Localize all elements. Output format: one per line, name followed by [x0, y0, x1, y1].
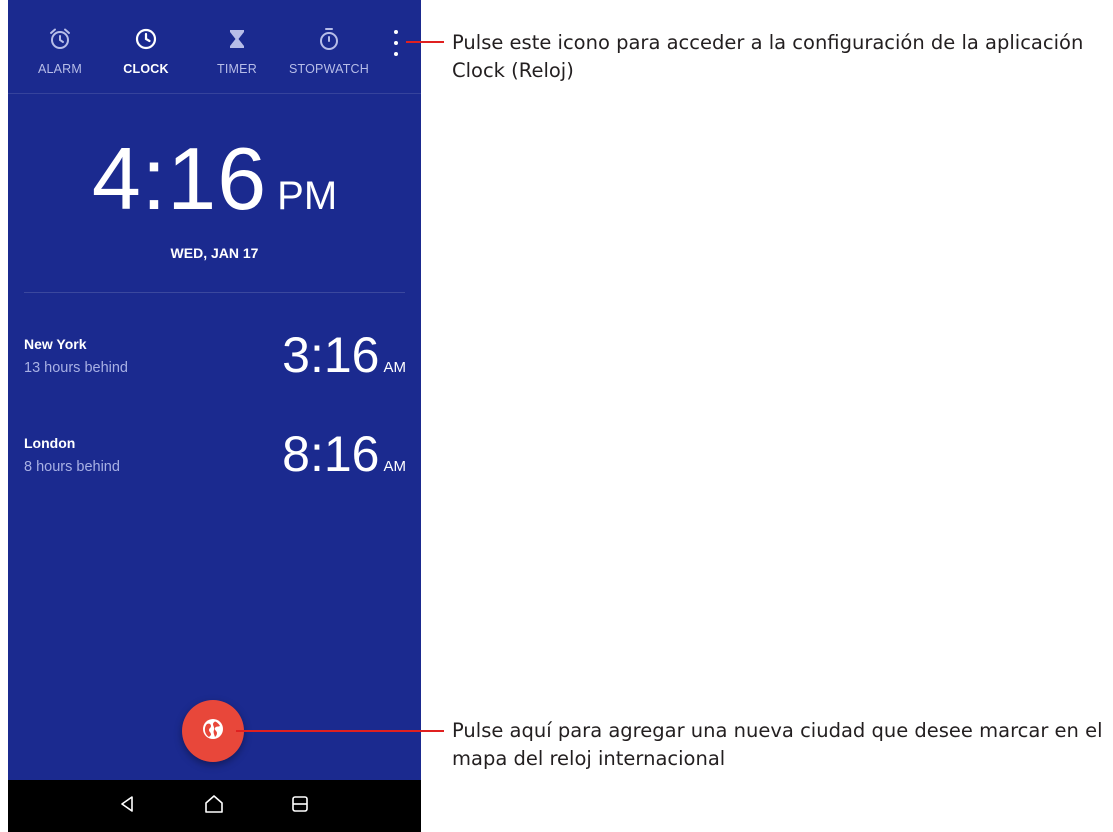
- tab-alarm[interactable]: ALARM: [30, 0, 90, 93]
- tab-clock[interactable]: CLOCK: [116, 0, 176, 93]
- add-city-callout-text: Pulse aquí para agregar una nueva ciudad…: [452, 717, 1103, 773]
- city-time-difference: 8 hours behind: [24, 459, 120, 475]
- city-time-ampm: AM: [383, 458, 407, 475]
- main-clock: 4:16 PM: [8, 128, 421, 230]
- callout-line-1: Pulse aquí para agregar una nueva ciudad…: [452, 719, 1103, 742]
- city-item-london[interactable]: London 8 hours behind 8:16 AM: [24, 426, 414, 495]
- tab-bar: ALARM CLOCK TIMER STOPWATCH: [8, 0, 421, 93]
- menu-dot: [394, 30, 398, 34]
- recents-icon: [290, 794, 310, 819]
- home-icon: [203, 793, 225, 820]
- recents-button[interactable]: [288, 794, 312, 818]
- city-name: London: [24, 435, 76, 451]
- add-city-callout-line: [236, 730, 444, 732]
- tab-label: ALARM: [37, 62, 83, 76]
- callout-line-1: Pulse este icono para acceder a la confi…: [452, 31, 1084, 54]
- city-time-ampm: AM: [383, 359, 407, 376]
- city-time-value: 3:16: [282, 327, 380, 383]
- city-time: 8:16 AM: [282, 425, 406, 483]
- settings-callout-text: Pulse este icono para acceder a la confi…: [452, 29, 1083, 85]
- main-clock-ampm: PM: [277, 174, 338, 218]
- city-time-value: 8:16: [282, 426, 380, 482]
- hourglass-icon: [224, 26, 250, 52]
- tab-divider: [8, 93, 421, 94]
- navigation-bar: [8, 780, 421, 832]
- tab-label: STOPWATCH: [288, 62, 370, 76]
- callout-line-2: mapa del reloj internacional: [452, 747, 726, 770]
- divider: [24, 292, 405, 293]
- tab-stopwatch[interactable]: STOPWATCH: [288, 0, 370, 93]
- callout-line-2: Clock (Reloj): [452, 59, 574, 82]
- tab-label: TIMER: [217, 62, 257, 76]
- city-name: New York: [24, 336, 87, 352]
- city-time: 3:16 AM: [282, 326, 406, 384]
- menu-dot: [394, 52, 398, 56]
- globe-icon: [202, 718, 224, 745]
- tab-timer[interactable]: TIMER: [207, 0, 267, 93]
- clock-app-screen: ALARM CLOCK TIMER STOPWATCH 4:16 PM WED,…: [8, 0, 421, 832]
- city-time-difference: 13 hours behind: [24, 360, 128, 376]
- home-button[interactable]: [202, 794, 226, 818]
- main-clock-date: WED, JAN 17: [170, 245, 259, 261]
- main-clock-time: 4:16: [91, 129, 268, 228]
- menu-dot: [394, 41, 398, 45]
- stopwatch-icon: [316, 26, 342, 52]
- back-triangle-icon: [118, 794, 138, 819]
- city-item-new-york[interactable]: New York 13 hours behind 3:16 AM: [24, 327, 414, 396]
- tab-label: CLOCK: [123, 62, 169, 76]
- alarm-clock-icon: [47, 26, 73, 52]
- overflow-menu-button[interactable]: [386, 30, 406, 56]
- clock-icon: [133, 26, 159, 52]
- add-city-button[interactable]: [182, 700, 244, 762]
- back-button[interactable]: [116, 794, 140, 818]
- settings-callout-line: [406, 41, 444, 43]
